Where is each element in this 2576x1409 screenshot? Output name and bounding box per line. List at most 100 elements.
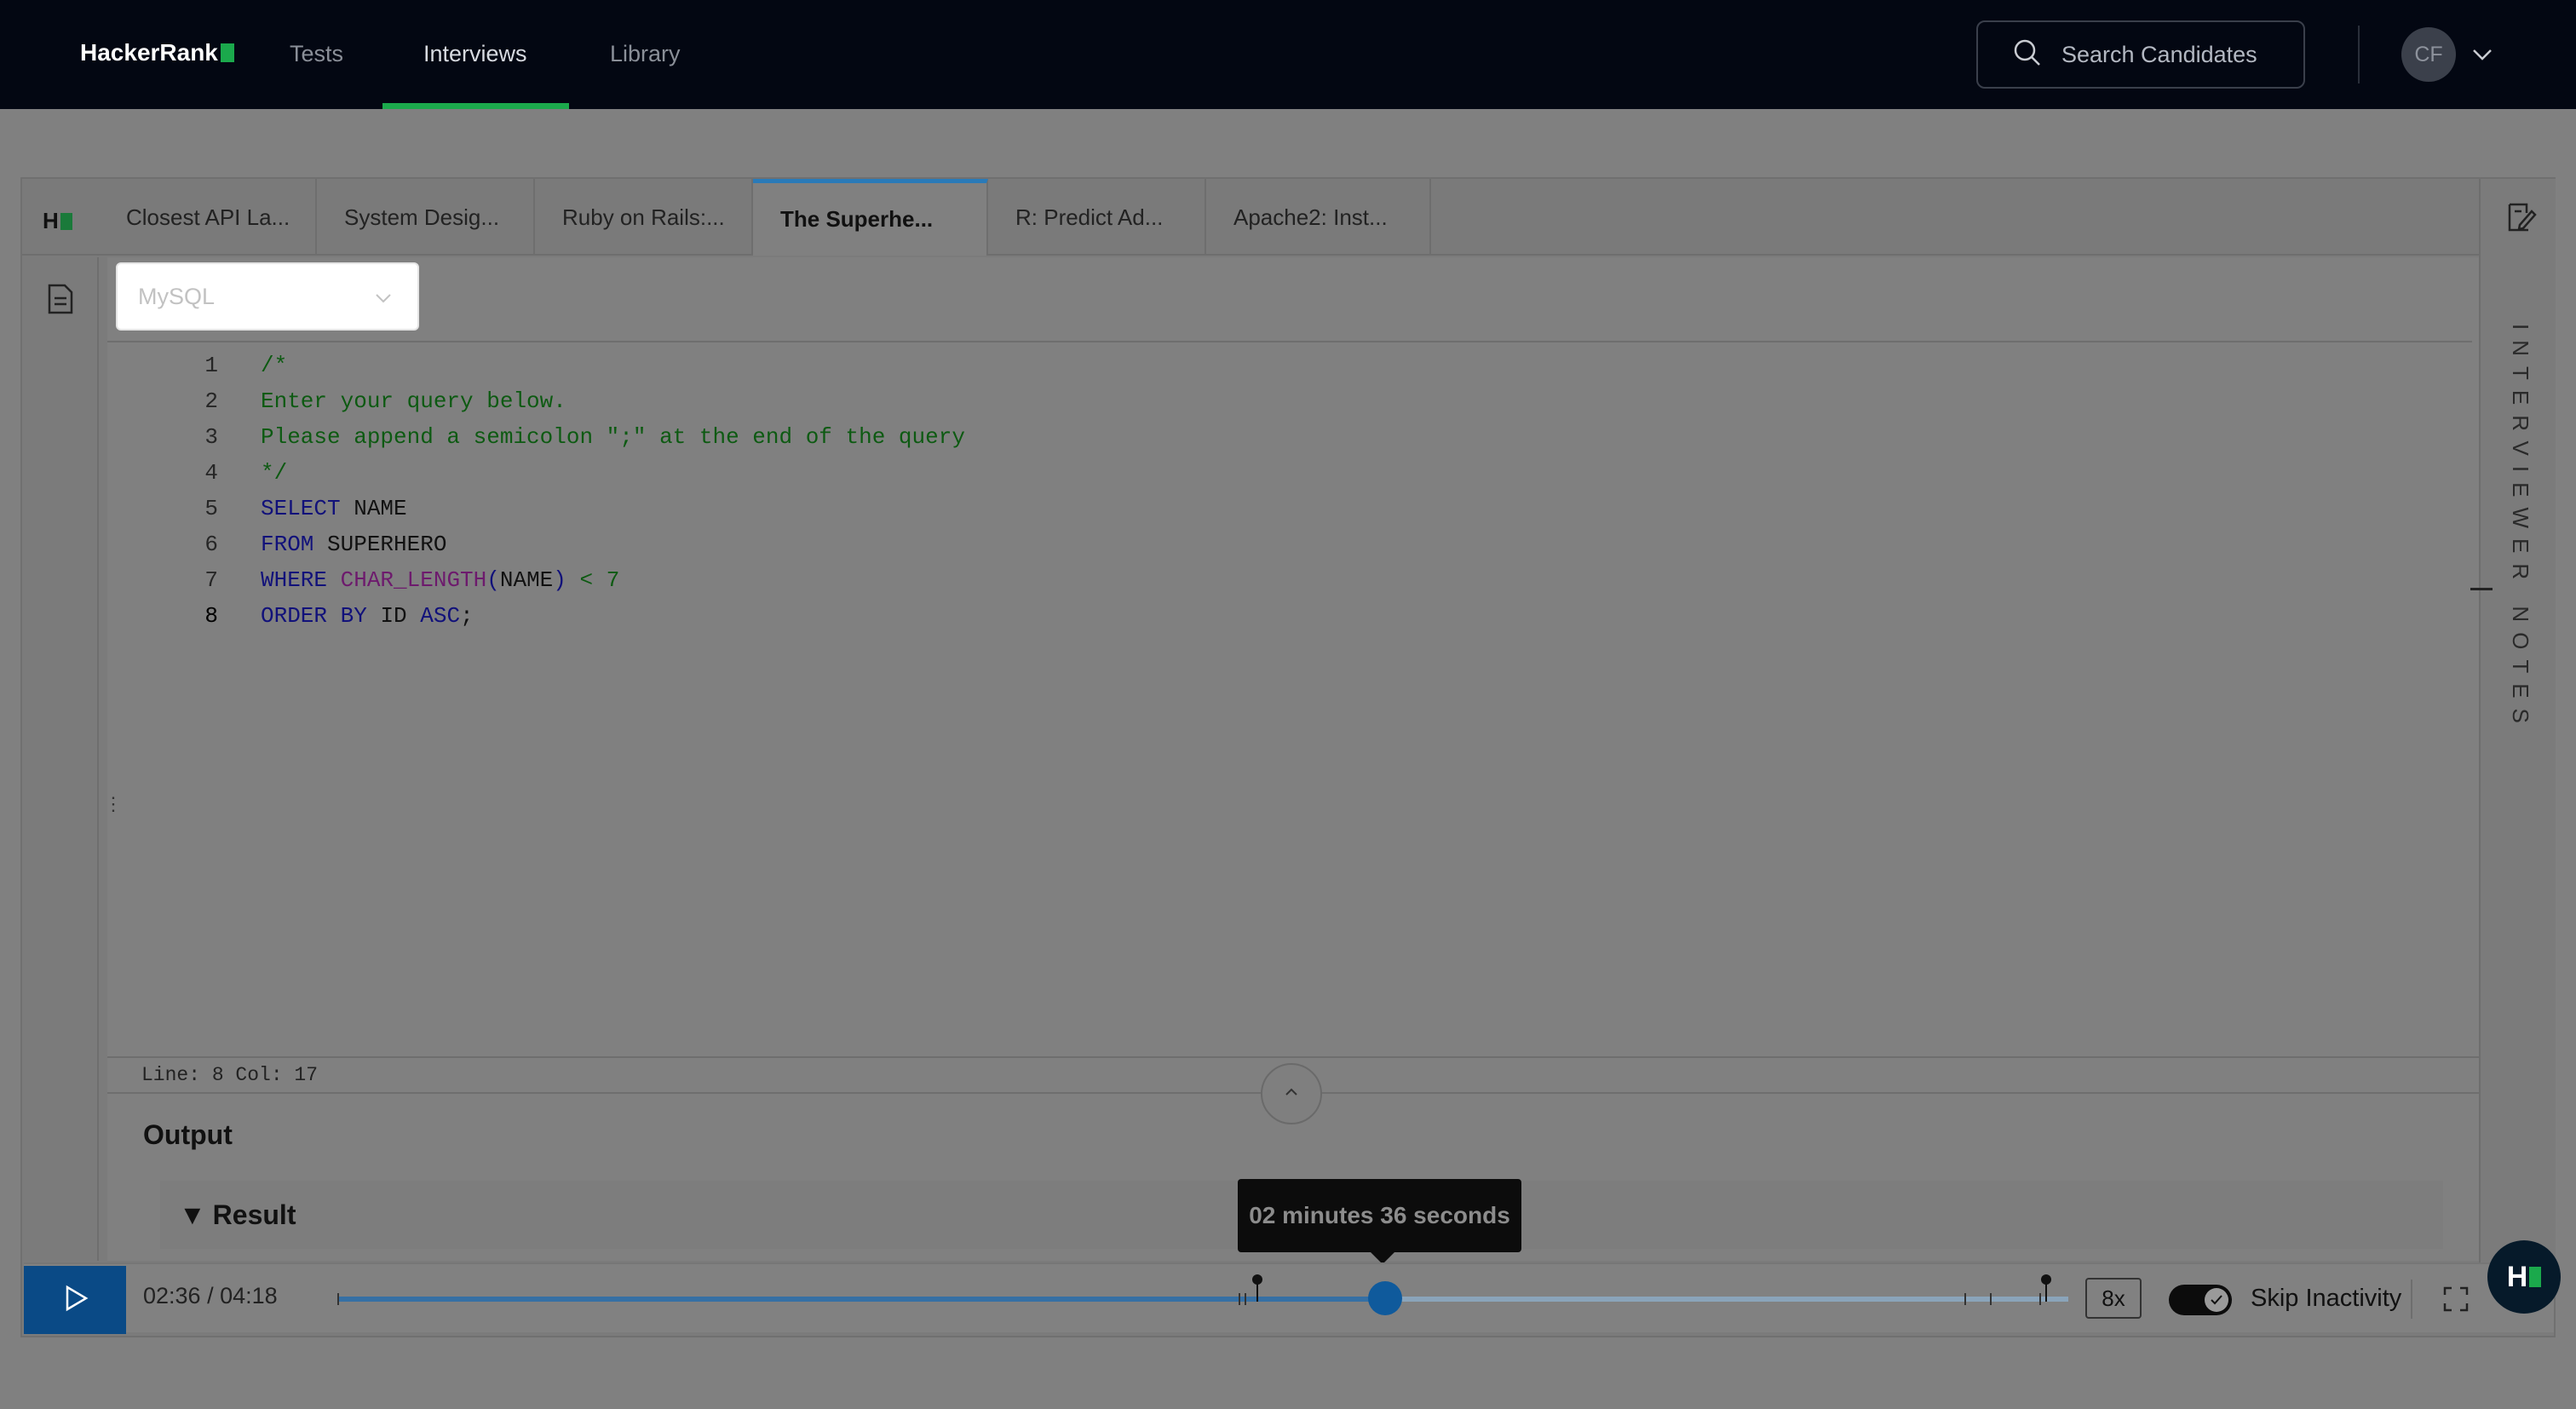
tab-system-design[interactable]: System Desig... — [317, 179, 535, 256]
timeline-tick — [337, 1293, 339, 1305]
line-number: 4 — [204, 460, 218, 486]
caret-down-icon: ▼ — [179, 1199, 206, 1230]
timeline-tick — [1964, 1293, 1966, 1305]
active-nav-underline — [382, 103, 569, 109]
mini-logo-square — [60, 212, 72, 230]
chevron-down-icon — [373, 288, 394, 314]
timeline-event-pin[interactable] — [1252, 1274, 1262, 1302]
line-number: 8 — [204, 603, 218, 629]
tab-apache2[interactable]: Apache2: Inst... — [1206, 179, 1431, 256]
code-token: ID — [366, 603, 421, 629]
mini-logo-text: H — [43, 208, 59, 233]
nav-link-interviews[interactable]: Interviews — [423, 41, 527, 67]
left-rail — [22, 257, 99, 1261]
editor-scrollbar[interactable] — [2470, 588, 2493, 590]
code-token: CHAR_LENGTH — [340, 567, 487, 593]
output-title: Output — [143, 1119, 233, 1150]
code-token: Please append a semicolon ";" at the end… — [261, 424, 965, 450]
tab-ruby-on-rails[interactable]: Ruby on Rails:... — [535, 179, 753, 256]
skip-inactivity-label: Skip Inactivity — [2251, 1285, 2402, 1312]
question-tab-bar: H Closest API La... System Desig... Ruby… — [22, 179, 2481, 256]
logo-square — [220, 43, 234, 62]
code-token: /* — [261, 353, 288, 378]
code-text: /* — [261, 348, 287, 383]
playback-speed-button[interactable]: 8x — [2085, 1278, 2142, 1319]
timeline-tick — [2039, 1293, 2041, 1305]
timeline-tick — [1245, 1293, 1246, 1305]
code-text: WHERE CHAR_LENGTH(NAME) < 7 — [261, 562, 619, 598]
line-number: 5 — [204, 496, 218, 521]
nav-link-tests[interactable]: Tests — [290, 41, 343, 67]
search-label: Search Candidates — [2061, 41, 2257, 67]
fab-logo-text: H — [2506, 1260, 2528, 1293]
code-token: SELECT — [261, 496, 341, 521]
resize-handle[interactable]: ⋮ — [104, 795, 123, 814]
code-token: ) — [553, 567, 566, 593]
play-icon — [60, 1284, 89, 1317]
language-select[interactable]: MySQL — [116, 262, 419, 331]
avatar[interactable]: CF — [2401, 27, 2456, 82]
language-value: MySQL — [138, 283, 216, 309]
hackerrank-help-button[interactable]: H — [2487, 1240, 2561, 1314]
skip-inactivity-toggle[interactable] — [2169, 1285, 2232, 1315]
scrubber-time-tooltip: 02 minutes 36 seconds — [1238, 1179, 1521, 1264]
code-token: NAME — [499, 567, 554, 593]
playback-controls: 02:36 / 04:18 8x Skip Inactivity — [24, 1262, 2554, 1334]
controls-divider — [2411, 1280, 2412, 1319]
code-token: ASC — [420, 603, 461, 629]
fab-logo-square — [2529, 1267, 2542, 1287]
timeline-tick — [1990, 1293, 1992, 1305]
line-number: 2 — [204, 388, 218, 414]
chevron-up-icon — [1282, 1083, 1301, 1106]
code-token: ORDER — [261, 603, 328, 629]
timeline-event-pin[interactable] — [2041, 1274, 2051, 1302]
line-number: 6 — [204, 532, 218, 557]
nav-link-library[interactable]: Library — [610, 41, 681, 67]
code-token: < 7 — [566, 567, 620, 593]
search-icon — [2012, 37, 2043, 72]
result-label: Result — [212, 1199, 296, 1230]
chevron-down-icon[interactable] — [2470, 43, 2494, 71]
tab-the-superhero[interactable]: The Superhe... — [753, 179, 988, 256]
collapse-output-button[interactable] — [1261, 1063, 1322, 1124]
problem-statement-icon[interactable] — [46, 283, 75, 319]
top-nav: HackerRank Tests Interviews Library Sear… — [0, 0, 2576, 109]
code-text: ORDER BY ID ASC; — [261, 598, 474, 634]
code-token: */ — [261, 460, 288, 486]
check-icon — [2205, 1288, 2228, 1312]
timeline-tick — [1239, 1293, 1240, 1305]
code-text: */ — [261, 455, 287, 491]
hackerrank-logo[interactable]: HackerRank — [80, 39, 234, 66]
interviewer-notes-rail[interactable]: INTERVIEWER NOTES — [2479, 179, 2556, 1262]
code-token: NAME — [340, 496, 407, 521]
timeline-progress — [339, 1297, 1385, 1302]
timeline-scrubber[interactable] — [1367, 1281, 1402, 1315]
code-token: WHERE — [261, 567, 328, 593]
nav-divider — [2358, 26, 2360, 83]
fullscreen-icon[interactable] — [2443, 1286, 2469, 1316]
code-token: SUPERHERO — [313, 532, 447, 557]
code-token: ; — [460, 603, 474, 629]
hackerrank-mini-logo: H — [43, 208, 72, 234]
search-candidates-button[interactable]: Search Candidates — [1976, 20, 2305, 89]
tab-closest-api[interactable]: Closest API La... — [99, 179, 317, 256]
line-number: 3 — [204, 424, 218, 450]
playback-time: 02:36 / 04:18 — [143, 1283, 278, 1308]
code-text: Please append a semicolon ";" at the end… — [261, 419, 965, 455]
tab-r-predict[interactable]: R: Predict Ad... — [988, 179, 1206, 256]
code-token: FROM — [261, 532, 314, 557]
interviewer-notes-label: INTERVIEWER NOTES — [2508, 324, 2533, 733]
line-number: 7 — [204, 567, 218, 593]
interview-playback-panel: H Closest API La... System Desig... Ruby… — [20, 177, 2556, 1337]
code-token: BY — [340, 603, 367, 629]
cursor-position: Line: 8 Col: 17 — [141, 1064, 319, 1086]
logo-text: HackerRank — [80, 39, 218, 66]
notes-edit-icon[interactable] — [2506, 201, 2537, 238]
code-token: ( — [486, 567, 500, 593]
code-text: FROM SUPERHERO — [261, 526, 446, 562]
play-button[interactable] — [24, 1266, 126, 1334]
code-token: Enter your query below. — [261, 388, 566, 414]
code-editor[interactable]: 1 /* 2 Enter your query below. 3 Please appen… — [107, 341, 2472, 1055]
